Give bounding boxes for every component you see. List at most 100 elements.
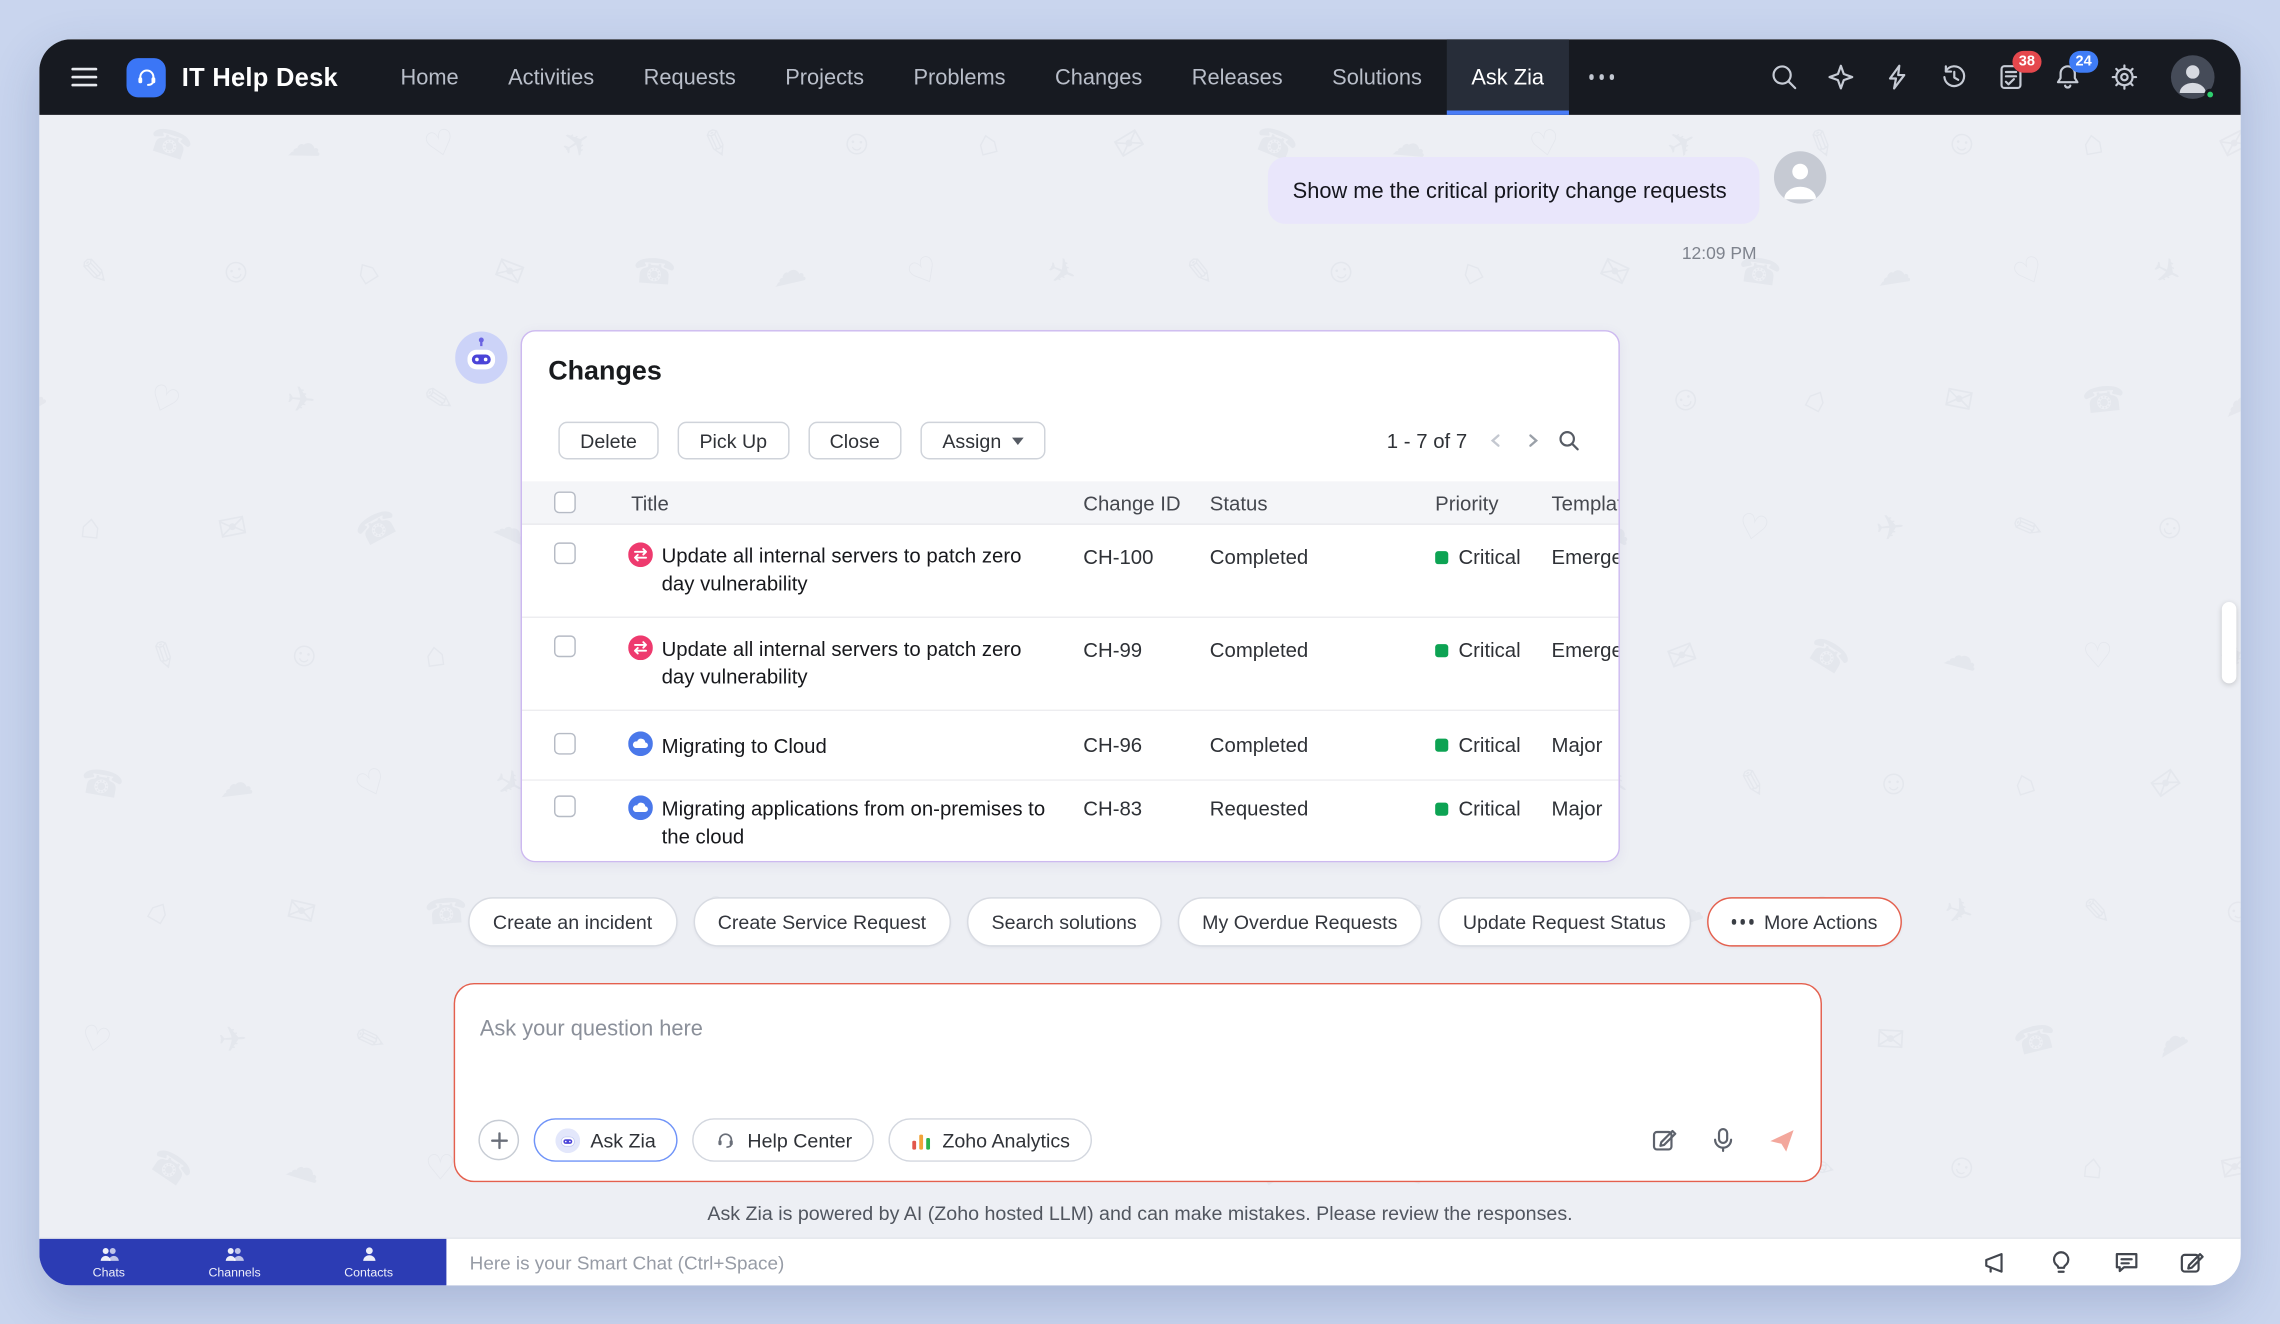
approvals-badge: 38	[2012, 51, 2041, 73]
priority-dot	[1435, 550, 1448, 563]
nav-home[interactable]: Home	[376, 39, 484, 115]
row-checkbox[interactable]	[554, 795, 576, 817]
header-change-id: Change ID	[1083, 491, 1180, 514]
microphone-icon[interactable]	[1707, 1124, 1739, 1156]
page-next-button[interactable]	[1521, 429, 1544, 452]
hamburger-menu-button[interactable]	[60, 52, 109, 101]
nav-solutions[interactable]: Solutions	[1307, 39, 1446, 115]
table-search-icon[interactable]	[1557, 429, 1580, 452]
header-template: Template	[1552, 491, 1620, 514]
close-button[interactable]: Close	[808, 422, 902, 460]
attach-plus-button[interactable]	[478, 1120, 519, 1161]
row-priority: Critical	[1435, 797, 1520, 820]
row-change-id: CH-100	[1083, 545, 1153, 568]
row-title[interactable]: Migrating to Cloud	[662, 733, 1058, 761]
page-prev-button[interactable]	[1485, 429, 1508, 452]
lightbulb-icon[interactable]	[2046, 1248, 2075, 1277]
pickup-button[interactable]: Pick Up	[678, 422, 789, 460]
app-window: IT Help Desk Home Activities Requests Pr…	[39, 39, 2240, 1285]
chat-tabs: Chats Channels Contacts	[39, 1239, 446, 1286]
row-title[interactable]: Update all internal servers to patch zer…	[662, 635, 1058, 690]
nav-projects[interactable]: Projects	[761, 39, 889, 115]
smart-chat-bar: Chats Channels Contacts	[39, 1237, 2240, 1285]
smart-chat-input[interactable]	[446, 1239, 1966, 1286]
user-message-bubble: Show me the critical priority change req…	[1268, 157, 1759, 224]
row-checkbox[interactable]	[554, 635, 576, 657]
delete-button[interactable]: Delete	[558, 422, 658, 460]
user-message-text: Show me the critical priority change req…	[1293, 178, 1727, 203]
history-icon[interactable]	[1938, 61, 1970, 93]
table-row[interactable]: Update all internal servers to patch zer…	[522, 525, 1620, 618]
notifications-bell-icon[interactable]: 24	[2052, 61, 2084, 93]
row-template: Major	[1552, 733, 1620, 756]
tab-channels[interactable]: Channels	[197, 1242, 272, 1283]
nav-ask-zia[interactable]: Ask Zia	[1447, 39, 1569, 115]
row-title[interactable]: Migrating applications from on-premises …	[662, 795, 1058, 850]
chip-more-actions[interactable]: More Actions	[1707, 897, 1903, 946]
chip-create-service-request[interactable]: Create Service Request	[693, 897, 951, 946]
changes-result-card: Changes Delete Pick Up Close Assign 1 - …	[521, 330, 1620, 862]
nav-requests[interactable]: Requests	[619, 39, 761, 115]
zia-robot-icon	[555, 1128, 580, 1153]
nav-changes[interactable]: Changes	[1030, 39, 1167, 115]
row-status: Completed	[1210, 638, 1308, 661]
table-row[interactable]: Update all internal servers to patch zer…	[522, 618, 1620, 711]
edit-note-icon[interactable]	[1649, 1124, 1681, 1156]
header-title: Title	[631, 491, 669, 514]
contacts-icon	[358, 1245, 378, 1264]
hamburger-icon	[68, 61, 100, 93]
row-priority: Critical	[1435, 638, 1520, 661]
mode-zoho-analytics[interactable]: Zoho Analytics	[889, 1118, 1092, 1162]
lightning-icon[interactable]	[1882, 61, 1914, 93]
row-template: Major	[1552, 797, 1620, 820]
send-icon[interactable]	[1765, 1124, 1797, 1156]
mode-help-center[interactable]: Help Center	[692, 1118, 874, 1162]
row-checkbox[interactable]	[554, 733, 576, 755]
mode-ask-zia[interactable]: Ask Zia	[534, 1118, 678, 1162]
zia-bot-avatar	[455, 332, 507, 384]
priority-dot	[1435, 738, 1448, 751]
message-timestamp: 12:09 PM	[1682, 243, 1757, 263]
nav-activities[interactable]: Activities	[483, 39, 619, 115]
row-change-id: CH-99	[1083, 638, 1142, 661]
compose-icon[interactable]	[2177, 1248, 2206, 1277]
approvals-icon[interactable]: 38	[1995, 61, 2027, 93]
cloud-icon	[628, 731, 653, 756]
tab-contacts[interactable]: Contacts	[333, 1242, 405, 1283]
chip-create-incident[interactable]: Create an incident	[468, 897, 677, 946]
search-icon[interactable]	[1768, 61, 1800, 93]
change-icon	[628, 635, 653, 660]
chat-bubble-icon[interactable]	[2111, 1248, 2140, 1277]
row-template: Emergency	[1552, 638, 1620, 661]
header-status: Status	[1210, 491, 1268, 514]
pagination: 1 - 7 of 7	[1387, 429, 1581, 452]
user-avatar	[1774, 151, 1826, 203]
ai-assist-icon[interactable]	[1825, 61, 1857, 93]
nav-releases[interactable]: Releases	[1167, 39, 1307, 115]
row-change-id: CH-96	[1083, 733, 1142, 756]
tab-chats[interactable]: Chats	[81, 1242, 137, 1283]
caret-down-icon	[1011, 437, 1023, 444]
select-all-checkbox[interactable]	[554, 491, 576, 513]
table-row[interactable]: Migrating applications from on-premises …	[522, 781, 1620, 862]
user-profile-avatar[interactable]	[2171, 55, 2215, 99]
row-checkbox[interactable]	[554, 542, 576, 564]
nav-more-button[interactable]	[1569, 39, 1635, 115]
announce-icon[interactable]	[1980, 1248, 2009, 1277]
assign-dropdown-button[interactable]: Assign	[921, 422, 1045, 460]
changes-table: Title Change ID Status Priority Template…	[522, 481, 1620, 862]
table-row[interactable]: Migrating to Cloud CH-96 Completed Criti…	[522, 711, 1620, 781]
card-toolbar: Delete Pick Up Close Assign 1 - 7 of 7	[558, 422, 1580, 460]
chip-my-overdue-requests[interactable]: My Overdue Requests	[1177, 897, 1422, 946]
question-input[interactable]	[480, 1011, 1796, 1046]
chip-search-solutions[interactable]: Search solutions	[967, 897, 1162, 946]
row-title[interactable]: Update all internal servers to patch zer…	[662, 542, 1058, 597]
channels-icon	[224, 1245, 244, 1264]
chip-update-request-status[interactable]: Update Request Status	[1438, 897, 1690, 946]
header-priority: Priority	[1435, 491, 1498, 514]
composer: Ask Zia Help Center Zoho Analytics	[454, 983, 1822, 1182]
priority-dot	[1435, 802, 1448, 815]
window-scrollbar-thumb[interactable]	[2222, 602, 2237, 683]
nav-problems[interactable]: Problems	[889, 39, 1031, 115]
settings-gear-icon[interactable]	[2108, 61, 2140, 93]
